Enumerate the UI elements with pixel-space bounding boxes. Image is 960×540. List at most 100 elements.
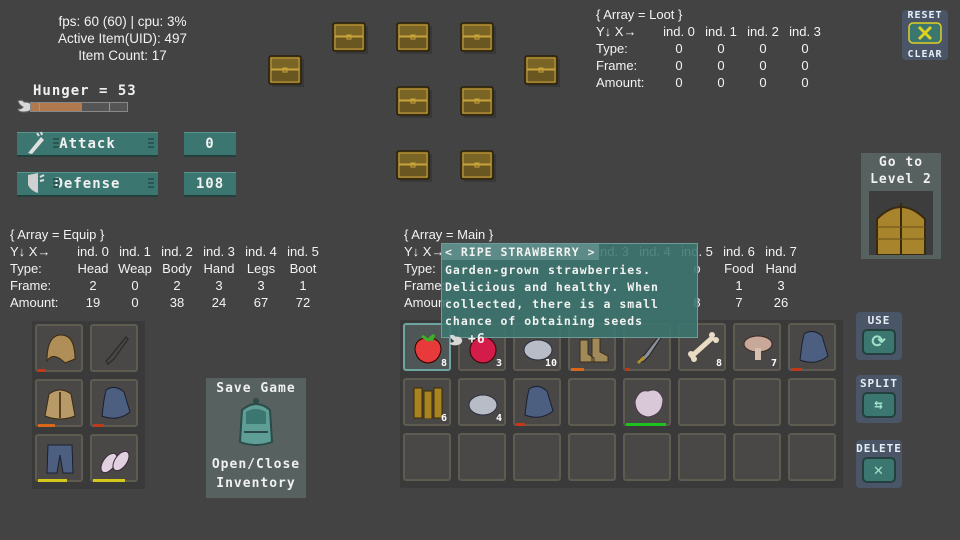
- durability-bar: [38, 479, 68, 482]
- inventory-slot[interactable]: [35, 379, 83, 427]
- item-tooltip: < RIPE STRAWBERRY > Garden-grown strawbe…: [441, 243, 698, 347]
- table-cell: ind. 7: [765, 244, 797, 259]
- cloth-slippers-icon: [100, 450, 130, 474]
- inventory-slot[interactable]: [678, 433, 726, 481]
- split-label: SPLIT: [859, 377, 899, 390]
- table-cell: 0: [717, 41, 725, 56]
- table-cell: 0: [801, 58, 809, 73]
- delete-button[interactable]: DELETE ✕: [856, 440, 902, 488]
- table-cell: Boot: [289, 261, 317, 276]
- table-cell: Legs: [246, 261, 276, 276]
- cycle-icon: ⟳: [862, 329, 896, 355]
- inventory-slot[interactable]: [90, 324, 138, 372]
- row-label: Type:: [596, 41, 628, 56]
- inventory-slot[interactable]: [513, 433, 561, 481]
- inventory-slot[interactable]: [90, 379, 138, 427]
- inventory-slot[interactable]: [623, 378, 671, 426]
- item-count: 7: [770, 358, 777, 369]
- banner-ridge: [148, 178, 154, 190]
- reset-clear-button[interactable]: RESET CLEAR: [902, 10, 948, 60]
- inventory-slot[interactable]: [733, 433, 781, 481]
- treasure-chest-icon[interactable]: [332, 22, 368, 54]
- inventory-slot[interactable]: [678, 378, 726, 426]
- table-cell: ind. 6: [723, 244, 755, 259]
- table-cell: 3: [257, 278, 265, 293]
- table-cell: 2: [173, 278, 181, 293]
- use-button[interactable]: USE ⟳: [856, 312, 902, 360]
- attack-label: Attack: [59, 136, 116, 152]
- inventory-slot[interactable]: 4: [458, 378, 506, 426]
- tooltip-title: < RIPE STRAWBERRY >: [442, 244, 599, 260]
- table-cell: 1: [735, 278, 743, 293]
- loot-array-grid: Y↓ X→ ind. 0 ind. 1 ind. 2 ind. 3 Type: 0 0 0 0 Fr…: [596, 23, 826, 91]
- attack-value-box: 0: [184, 132, 236, 157]
- table-cell: 0: [675, 75, 683, 90]
- table-cell: ind. 0: [77, 244, 109, 259]
- fps-readout: fps: 60 (60) | cpu: 3%: [58, 14, 187, 29]
- treasure-chest-icon[interactable]: [268, 55, 304, 87]
- table-cell: 0: [675, 58, 683, 73]
- active-item-readout: Active Item(UID): 497: [57, 31, 188, 46]
- inventory-slot[interactable]: [623, 433, 671, 481]
- inventory-slot[interactable]: [458, 433, 506, 481]
- table-row: Amount: 19 0 38 24 67 72: [10, 294, 324, 311]
- row-label: Type:: [10, 261, 42, 276]
- inventory-slot[interactable]: [788, 378, 836, 426]
- inventory-slot[interactable]: 7: [733, 323, 781, 371]
- defense-value-box: 108: [184, 172, 236, 197]
- split-icon: ⇆: [862, 392, 896, 418]
- inventory-slot[interactable]: [403, 433, 451, 481]
- treasure-chest-icon[interactable]: [396, 150, 432, 182]
- inventory-slot[interactable]: [35, 434, 83, 482]
- treasure-chest-icon[interactable]: [396, 86, 432, 118]
- equip-array-table: { Array = Equip } Y↓ X→ ind. 0 ind. 1 ind. …: [10, 226, 324, 311]
- banner-ridge: [148, 138, 154, 150]
- table-cell: 0: [801, 41, 809, 56]
- defense-label: Defense: [54, 176, 121, 192]
- row-label: Y↓ X→: [10, 244, 51, 259]
- strawberry-icon: [414, 333, 442, 364]
- table-cell: Body: [162, 261, 192, 276]
- inventory-slot[interactable]: [788, 433, 836, 481]
- inventory-slot[interactable]: [90, 434, 138, 482]
- inventory-slot[interactable]: [568, 433, 616, 481]
- inventory-slot[interactable]: [788, 323, 836, 371]
- leather-tunic-icon: [44, 389, 76, 420]
- cloth-gloves-icon: [101, 386, 131, 419]
- table-cell: ind. 1: [119, 244, 151, 259]
- equip-array-title: { Array = Equip }: [10, 227, 105, 242]
- goto-level-label: Go to Level 2: [870, 155, 932, 187]
- table-cell: 19: [85, 295, 101, 310]
- clear-label: CLEAR: [907, 49, 943, 60]
- durability-bar: [38, 369, 47, 372]
- open-close-inventory-button[interactable]: Open/Close Inventory: [206, 455, 306, 493]
- backpack-icon[interactable]: [236, 396, 276, 450]
- loot-array-table: { Array = Loot } Y↓ X→ ind. 0 ind. 1 ind. 2…: [596, 6, 826, 91]
- goto-level-button[interactable]: Go to Level 2: [861, 153, 941, 259]
- row-label: Frame:: [10, 278, 52, 293]
- table-cell: 24: [211, 295, 227, 310]
- treasure-chest-icon[interactable]: [460, 86, 496, 118]
- durability-bar: [791, 368, 803, 371]
- inventory-slot[interactable]: [513, 378, 561, 426]
- inventory-slot[interactable]: [568, 378, 616, 426]
- treasure-chest-icon[interactable]: [396, 22, 432, 54]
- dungeon-door-icon: [869, 191, 933, 256]
- table-cell: ind. 3: [789, 24, 821, 39]
- table-cell: 0: [717, 58, 725, 73]
- save-game-button[interactable]: Save Game: [206, 378, 306, 396]
- item-count: 3: [495, 358, 502, 369]
- treasure-chest-icon[interactable]: [524, 55, 560, 87]
- inventory-slot[interactable]: [35, 324, 83, 372]
- treasure-chest-icon[interactable]: [460, 150, 496, 182]
- inventory-slot[interactable]: [733, 378, 781, 426]
- durability-bar: [93, 424, 104, 427]
- table-cell: ind. 4: [245, 244, 277, 259]
- item-count: 8: [440, 358, 447, 369]
- empty-weapon-icon: [105, 335, 129, 365]
- treasure-chest-icon[interactable]: [460, 22, 496, 54]
- split-button[interactable]: SPLIT ⇆: [856, 375, 902, 423]
- shield-icon: [28, 173, 45, 193]
- inventory-slot[interactable]: 6: [403, 378, 451, 426]
- attack-banner: Attack: [17, 131, 158, 157]
